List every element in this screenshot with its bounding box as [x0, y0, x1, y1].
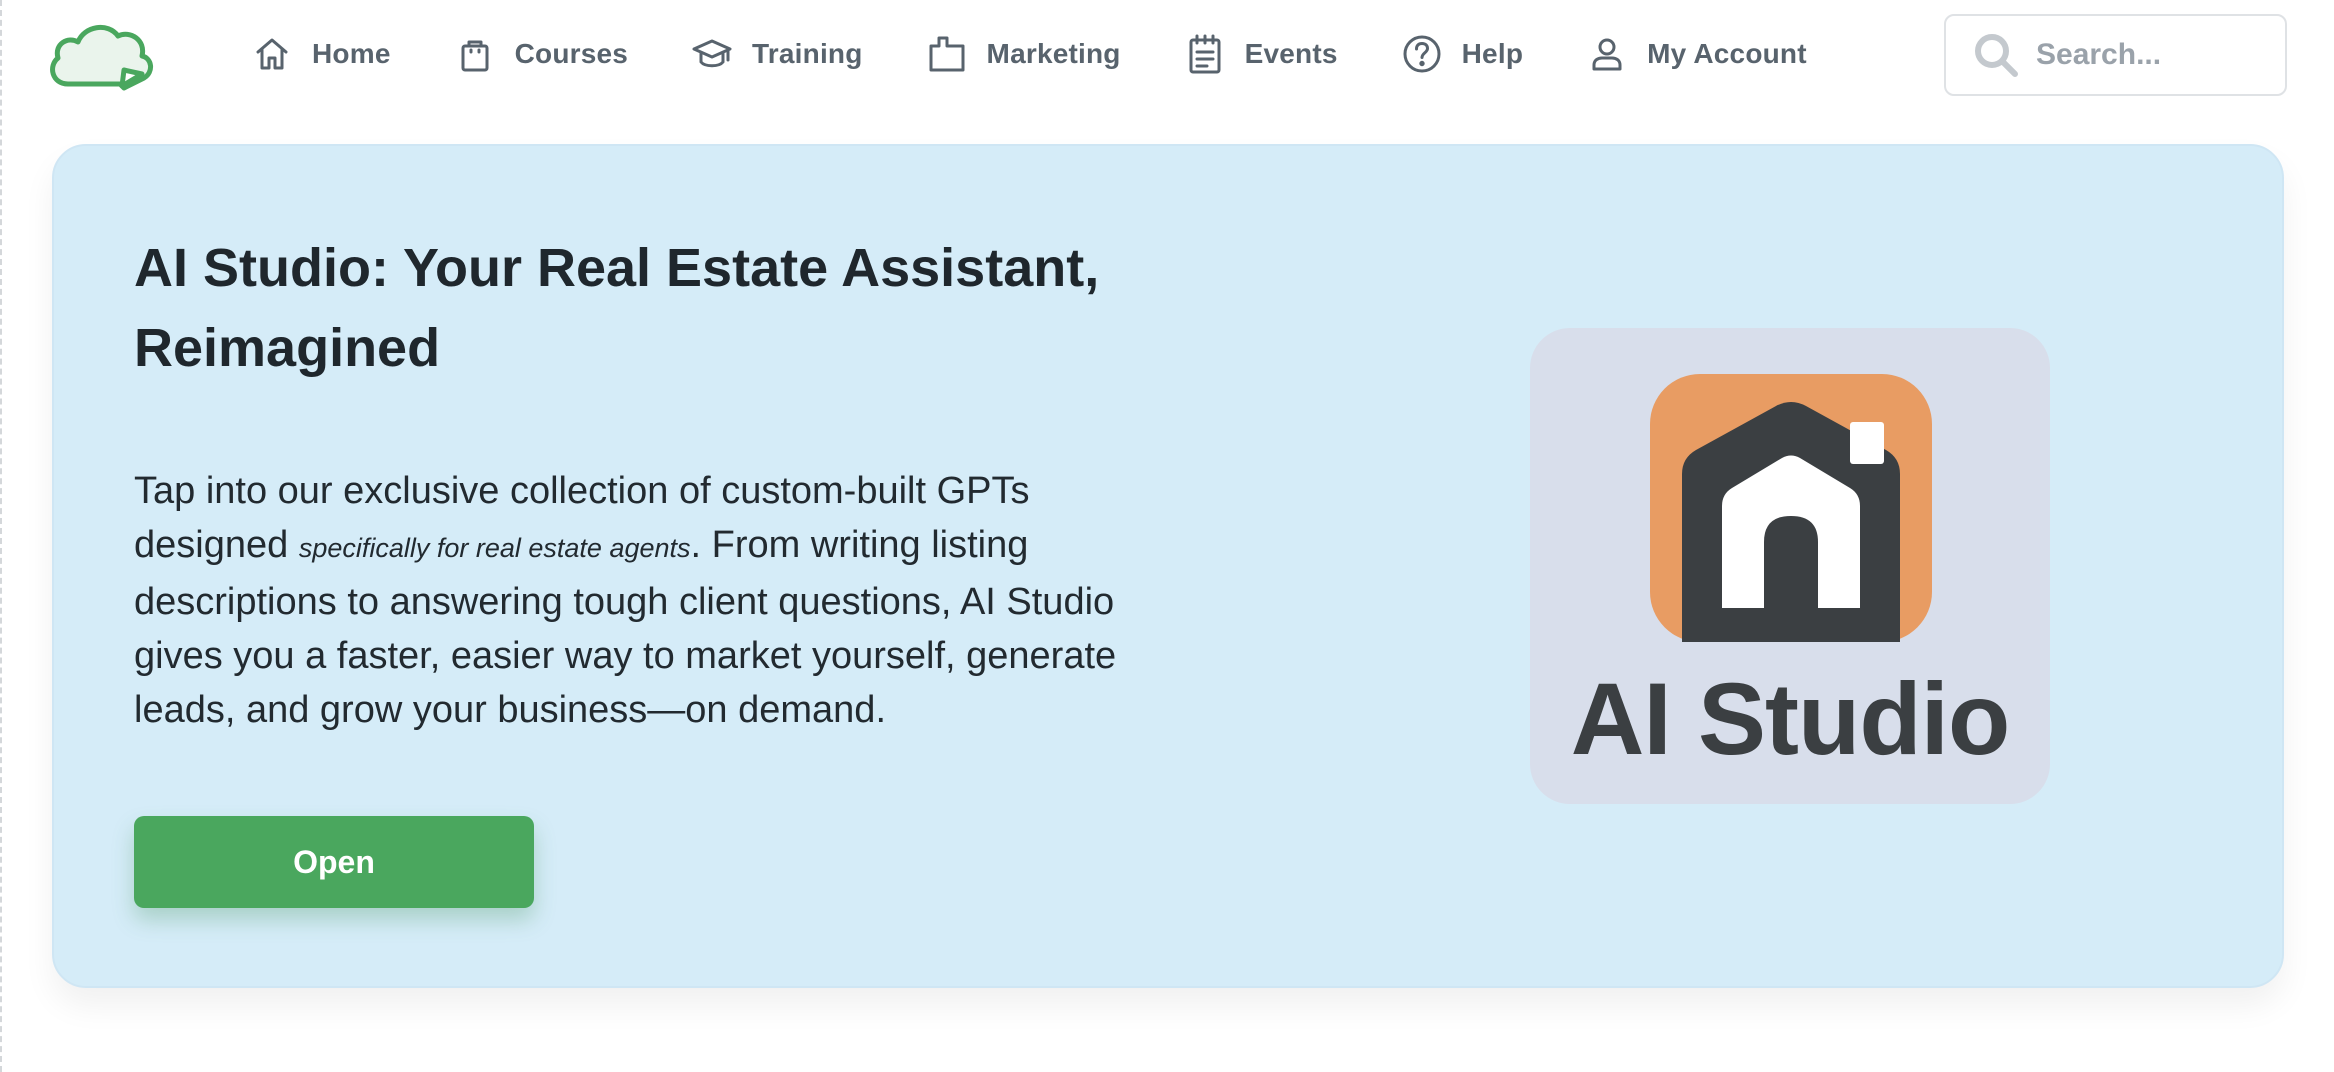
house-app-icon — [1650, 374, 1932, 642]
cloud-logo-icon[interactable] — [44, 14, 156, 94]
nav-item-label: My Account — [1647, 38, 1807, 69]
shopping-bag-icon — [455, 34, 495, 74]
notepad-icon — [1185, 34, 1225, 74]
home-icon — [252, 34, 292, 74]
nav-item-label: Help — [1461, 38, 1524, 69]
graduation-cap-icon — [692, 34, 732, 74]
nav-item-my-account[interactable]: My Account — [1587, 22, 1807, 86]
open-button[interactable]: Open — [134, 816, 534, 908]
ai-studio-app-tile: AI Studio — [1530, 328, 2050, 804]
page: Home Courses Training Marketing Events H… — [0, 0, 2334, 1072]
search-icon[interactable] — [1970, 29, 2022, 81]
nav-item-help[interactable]: Help — [1402, 22, 1523, 86]
nav-item-label: Marketing — [986, 38, 1121, 69]
nav-item-events[interactable]: Events — [1185, 22, 1338, 86]
top-navigation-bar: Home Courses Training Marketing Events H… — [0, 0, 2334, 110]
app-name: AI Studio — [1570, 662, 2011, 776]
ai-studio-hero-card: AI Studio: Your Real Estate Assistant, R… — [52, 144, 2284, 988]
search-input[interactable] — [2034, 37, 2258, 73]
nav-item-courses[interactable]: Courses — [455, 22, 628, 86]
main-nav: Home Courses Training Marketing Events H… — [252, 22, 1807, 86]
search-box[interactable] — [1944, 14, 2287, 96]
hero-title: AI Studio: Your Real Estate Assistant, R… — [134, 238, 1100, 378]
nav-item-marketing[interactable]: Marketing — [927, 22, 1121, 86]
folder-tab-icon — [927, 34, 967, 74]
hero-description: Tap into our exclusive collection of cus… — [134, 464, 1174, 737]
hero-description-emphasis: specifically for real estate agents — [298, 533, 691, 563]
nav-item-training[interactable]: Training — [692, 22, 863, 86]
nav-item-label: Training — [752, 38, 863, 69]
left-edge-divider — [0, 0, 3, 1072]
nav-item-label: Home — [312, 38, 391, 69]
nav-item-label: Events — [1244, 38, 1338, 69]
nav-item-label: Courses — [514, 38, 629, 69]
user-icon — [1587, 34, 1627, 74]
nav-item-home[interactable]: Home — [252, 22, 391, 86]
question-circle-icon — [1402, 34, 1442, 74]
